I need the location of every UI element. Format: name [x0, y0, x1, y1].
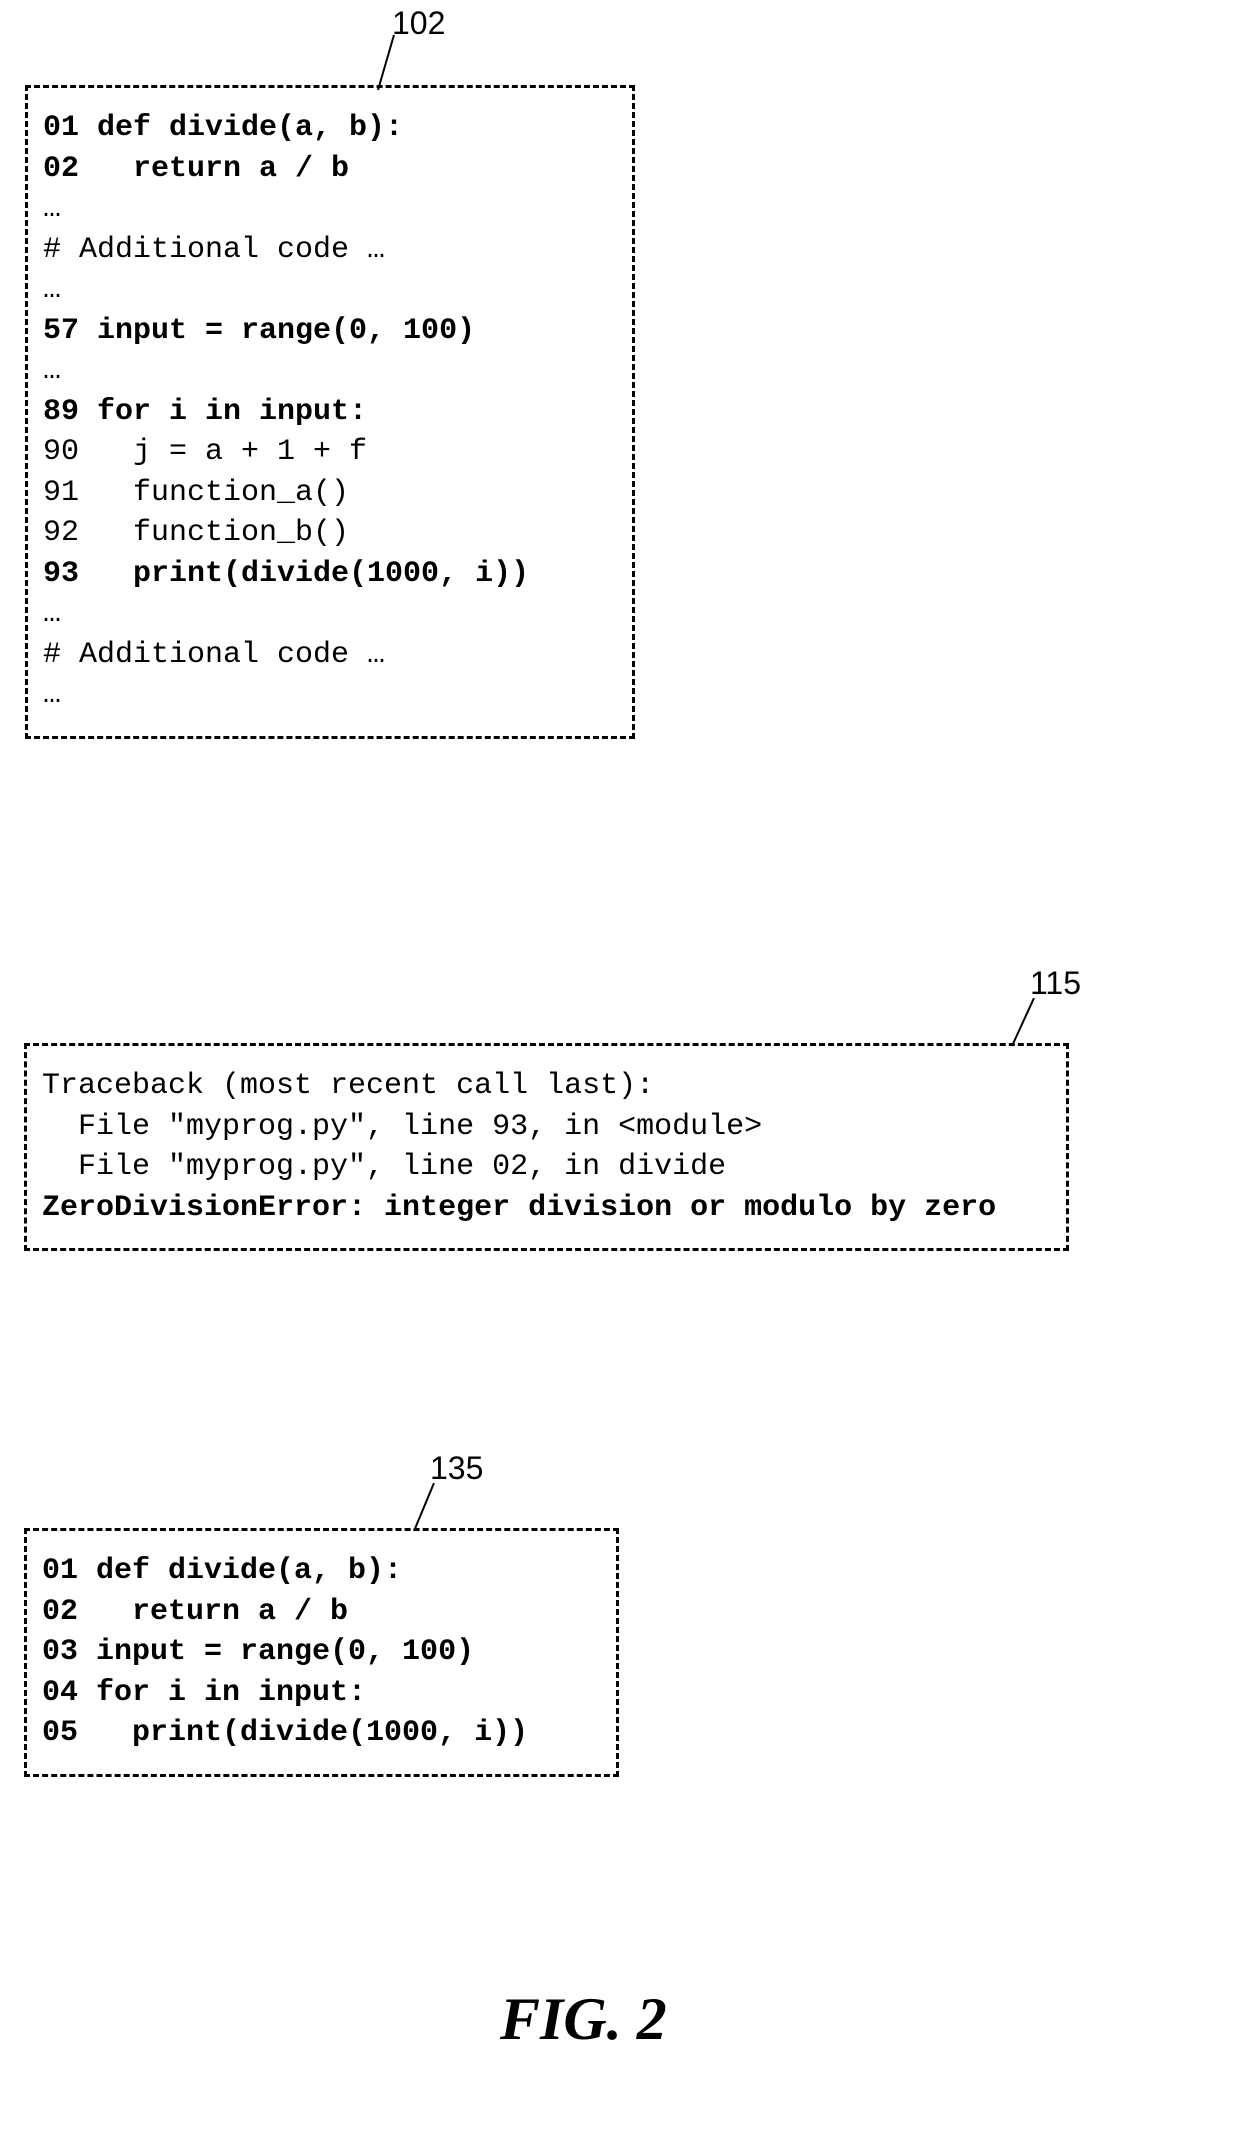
figure-label: FIG. 2 — [500, 1985, 667, 2054]
code-line: 01 def divide(a, b): — [42, 1551, 601, 1592]
code-box-102: 01 def divide(a, b): 02 return a / b … #… — [25, 85, 635, 739]
code-line: … — [43, 189, 617, 230]
code-line: … — [43, 675, 617, 716]
code-line: 91 function_a() — [43, 473, 617, 514]
callout-135: 135 — [430, 1450, 483, 1487]
callout-115: 115 — [1030, 965, 1081, 1002]
code-line: # Additional code … — [43, 230, 617, 271]
code-line: Traceback (most recent call last): — [42, 1066, 1051, 1107]
code-line: File "myprog.py", line 93, in <module> — [42, 1107, 1051, 1148]
code-line: File "myprog.py", line 02, in divide — [42, 1147, 1051, 1188]
code-line: 05 print(divide(1000, i)) — [42, 1713, 601, 1754]
code-line: 03 input = range(0, 100) — [42, 1632, 601, 1673]
code-line: 04 for i in input: — [42, 1673, 601, 1714]
traceback-box-115: Traceback (most recent call last): File … — [24, 1043, 1069, 1251]
code-line: … — [43, 351, 617, 392]
code-line: ZeroDivisionError: integer division or m… — [42, 1188, 1051, 1229]
code-line: … — [43, 270, 617, 311]
code-line: … — [43, 594, 617, 635]
code-line: 90 j = a + 1 + f — [43, 432, 617, 473]
code-box-135: 01 def divide(a, b): 02 return a / b 03 … — [24, 1528, 619, 1777]
code-line: 92 function_b() — [43, 513, 617, 554]
code-line: 93 print(divide(1000, i)) — [43, 554, 617, 595]
code-line: 89 for i in input: — [43, 392, 617, 433]
code-line: 57 input = range(0, 100) — [43, 311, 617, 352]
code-line: 02 return a / b — [42, 1592, 601, 1633]
code-line: 02 return a / b — [43, 149, 617, 190]
code-line: # Additional code … — [43, 635, 617, 676]
code-line: 01 def divide(a, b): — [43, 108, 617, 149]
